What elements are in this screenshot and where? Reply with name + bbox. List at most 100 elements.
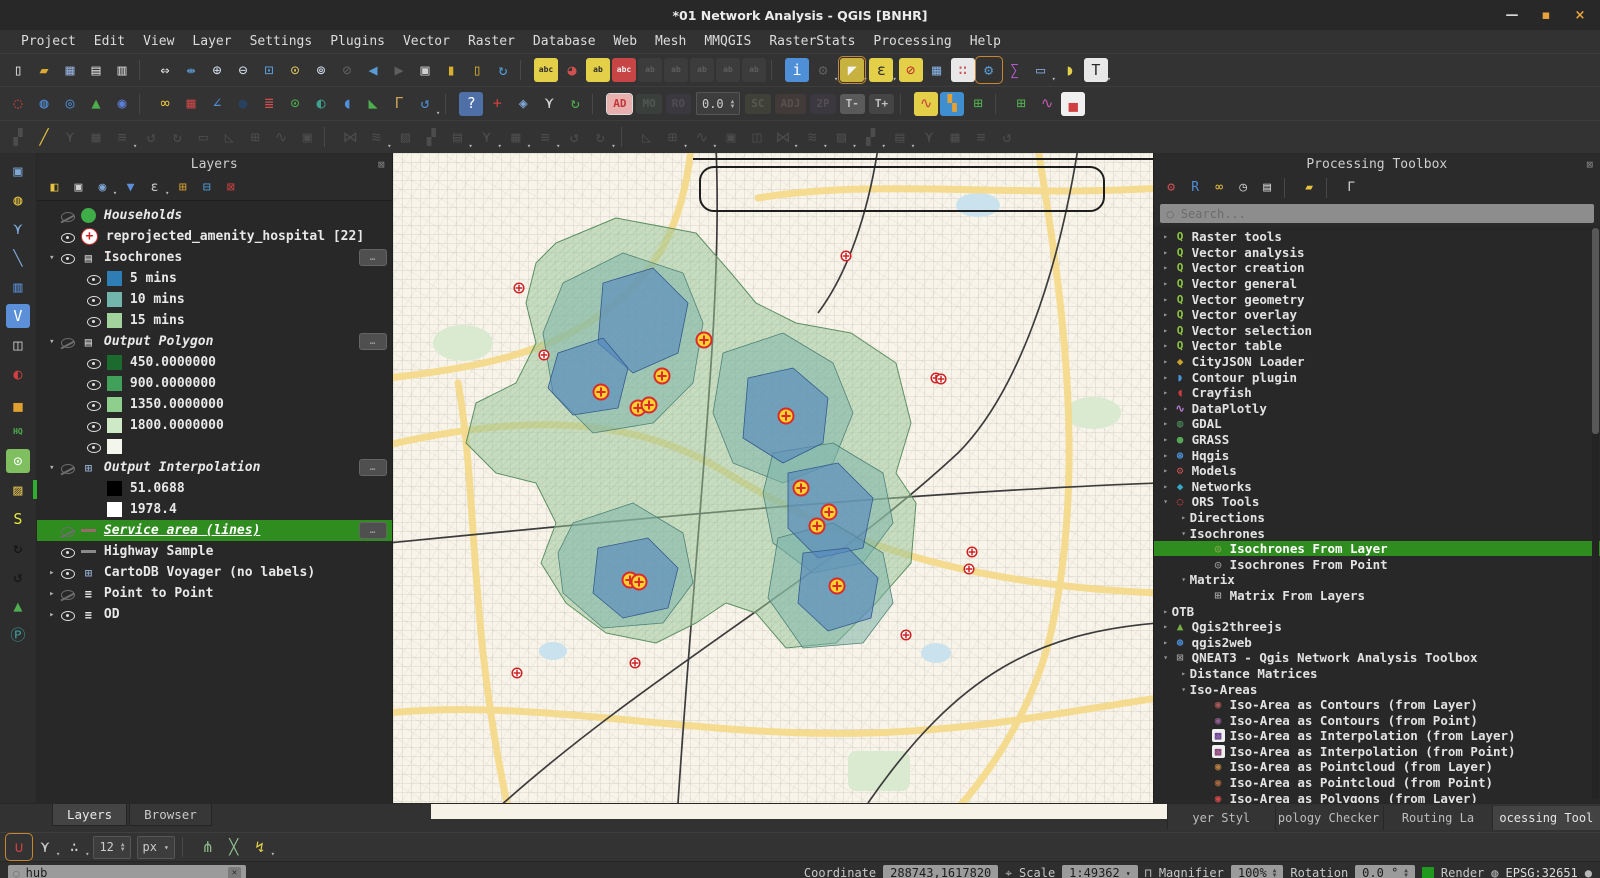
- lock-scale-icon[interactable]: ⊓: [1145, 866, 1152, 878]
- layer-row[interactable]: ▸≡Point to Point: [37, 583, 392, 604]
- coordinate-input[interactable]: 288743,1617820: [883, 865, 998, 878]
- tree-expander[interactable]: ▾: [1160, 497, 1172, 506]
- rotate-label-icon[interactable]: ab: [690, 58, 714, 82]
- expand-all-icon[interactable]: ⊞: [172, 177, 193, 198]
- processing-tree-item[interactable]: ▸▲Qgis2threejs: [1154, 619, 1600, 635]
- processing-tree-item[interactable]: ▸◗Contour plugin: [1154, 369, 1600, 385]
- tree-expander[interactable]: ▸: [1178, 513, 1190, 522]
- project-open-icon[interactable]: ▰: [32, 58, 56, 82]
- processing-tree-item[interactable]: ▸◍GDAL: [1154, 416, 1600, 432]
- zoom-to-selection-icon[interactable]: ⊙: [283, 58, 307, 82]
- layer-expander[interactable]: ▾: [45, 253, 59, 263]
- processing-tree-item[interactable]: ▸OTB: [1154, 603, 1600, 619]
- profile-tool-icon[interactable]: ◖: [335, 92, 359, 116]
- processing-tree-item[interactable]: ◎Isochrones From Point: [1154, 556, 1600, 572]
- hospital-marker[interactable]: [630, 658, 640, 668]
- add-rectangle-icon[interactable]: ▦: [504, 125, 528, 149]
- layer-visibility-eye-icon[interactable]: [59, 523, 77, 539]
- menu-vector[interactable]: Vector: [394, 34, 459, 49]
- processing-tree-item[interactable]: ▩Iso-Area as Interpolation (from Point): [1154, 744, 1600, 760]
- dsm-database-icon[interactable]: ◫: [6, 333, 30, 357]
- processing-tree-item[interactable]: ▸QVector creation: [1154, 260, 1600, 276]
- processing-tree-item[interactable]: ⊞Matrix From Layers: [1154, 588, 1600, 604]
- dsm-wms-icon[interactable]: ◍: [6, 188, 30, 212]
- menu-mesh[interactable]: Mesh: [646, 34, 695, 49]
- layer-visibility-eye-icon[interactable]: [59, 565, 77, 581]
- edit-in-place-icon[interactable]: ▰: [1299, 177, 1320, 198]
- cad-ro-icon[interactable]: RO: [666, 94, 691, 114]
- raster-histogram-icon[interactable]: ▄: [1061, 92, 1085, 116]
- processing-tree-item[interactable]: ▸◆CityJSON Loader: [1154, 354, 1600, 370]
- measure-line-icon[interactable]: ▭: [1029, 58, 1053, 82]
- magnifier-stepper[interactable]: 100%▲▼: [1231, 865, 1284, 878]
- tree-expander[interactable]: ▸: [1178, 669, 1190, 678]
- layer-visibility-eye-icon[interactable]: [85, 439, 103, 455]
- new-spatial-bookmark-icon[interactable]: ▮: [439, 58, 463, 82]
- add-regular-polygon-icon[interactable]: ≡: [533, 125, 557, 149]
- locator-search-input[interactable]: ○ hub ✕: [8, 865, 246, 878]
- cut-features-icon[interactable]: ▭: [191, 125, 215, 149]
- layer-row[interactable]: 900.0000000: [37, 373, 392, 394]
- globe-viewer-icon[interactable]: ●: [231, 92, 255, 116]
- maximize-button[interactable]: ▪: [1538, 8, 1554, 23]
- select-by-expression-icon[interactable]: ε: [869, 58, 893, 82]
- processing-tree-item[interactable]: ▸QVector analysis: [1154, 245, 1600, 261]
- amenity-hospital-marker[interactable]: [593, 385, 608, 400]
- amenity-hospital-marker[interactable]: [821, 505, 836, 520]
- layer-visibility-eye-icon[interactable]: [59, 460, 77, 476]
- add-part-icon[interactable]: ≋: [800, 125, 824, 149]
- processing-scrollbar[interactable]: [1592, 228, 1599, 799]
- layer-visibility-eye-icon[interactable]: [59, 544, 77, 560]
- snap-units[interactable]: px▾: [137, 836, 175, 859]
- run-feature-action-icon[interactable]: ⚙: [811, 58, 835, 82]
- cad-angle-spin[interactable]: 0.0▲▼: [696, 92, 740, 115]
- cad-adj-icon[interactable]: ADJ: [775, 94, 807, 114]
- crs-globe-icon[interactable]: ◍: [1491, 866, 1498, 878]
- close-button[interactable]: ×: [1572, 8, 1588, 23]
- layer-indicator-badge[interactable]: …: [359, 249, 387, 266]
- processing-tree-item[interactable]: ▸⚙Models: [1154, 463, 1600, 479]
- layer-visibility-eye-icon[interactable]: [59, 250, 77, 266]
- attribute-grid-icon[interactable]: ▦: [179, 92, 203, 116]
- zoom-next-icon[interactable]: ▶: [387, 58, 411, 82]
- tree-expander[interactable]: ▾: [1178, 575, 1190, 584]
- geocode-search-icon[interactable]: ⊙: [283, 92, 307, 116]
- gps-tools-icon[interactable]: ◈: [511, 92, 535, 116]
- processing-tree-item[interactable]: ▸●GRASS: [1154, 432, 1600, 448]
- dsm-add-layer-icon[interactable]: ▣: [6, 159, 30, 183]
- processing-tree-item[interactable]: ◉Iso-Area as Polygons (from Layer): [1154, 790, 1600, 803]
- tree-expander[interactable]: ▸: [1160, 232, 1172, 241]
- digitize-point-icon[interactable]: ▦: [84, 125, 108, 149]
- trim-extend-icon[interactable]: ≡: [969, 125, 993, 149]
- snap-mode-icon[interactable]: ⋎: [33, 835, 57, 859]
- cad-sc-icon[interactable]: SC: [745, 94, 770, 114]
- processing-tree-item[interactable]: ▸Directions: [1154, 510, 1600, 526]
- tree-expander[interactable]: ▸: [1160, 310, 1172, 319]
- merge-features-icon[interactable]: ⋎: [917, 125, 941, 149]
- processing-tree-item[interactable]: ▾Iso-Areas: [1154, 681, 1600, 697]
- tree-expander[interactable]: ▾: [1178, 685, 1190, 694]
- dock-tab-right[interactable]: yer Styl: [1167, 806, 1275, 830]
- add-ellipse-icon[interactable]: ⋎: [475, 125, 499, 149]
- pin-labels-icon[interactable]: ab: [586, 58, 610, 82]
- digitize-tools-icon[interactable]: ≡: [110, 125, 134, 149]
- add-wms-layer-icon[interactable]: ◍: [32, 92, 56, 116]
- tree-expander[interactable]: ▸: [1160, 482, 1172, 491]
- cad-ad-icon[interactable]: AD: [607, 94, 632, 114]
- layer-visibility-eye-icon[interactable]: [85, 292, 103, 308]
- add-ring-icon[interactable]: ⋈: [771, 125, 795, 149]
- python-scripts-icon[interactable]: ∞: [1209, 177, 1230, 198]
- dock-tab-layers[interactable]: Layers: [52, 804, 127, 826]
- manage-map-themes-icon[interactable]: ◉: [92, 177, 113, 198]
- layer-row[interactable]: +reprojected_amenity_hospital [22]: [37, 226, 392, 247]
- table-manager-icon[interactable]: ⊞: [966, 92, 990, 116]
- layer-row[interactable]: 5 mins: [37, 268, 392, 289]
- processing-tree-item[interactable]: ◎Isochrones From Layer: [1154, 541, 1600, 557]
- processing-tree-item[interactable]: ◉Iso-Area as Contours (from Point): [1154, 712, 1600, 728]
- undo-history-icon[interactable]: ↺: [413, 92, 437, 116]
- road-graph-icon[interactable]: ∿: [914, 92, 938, 116]
- pan-to-selection-icon[interactable]: ⇹: [179, 58, 203, 82]
- processing-tree-item[interactable]: ▾Isochrones: [1154, 525, 1600, 541]
- layer-row[interactable]: 10 mins: [37, 289, 392, 310]
- attribute-table-icon[interactable]: ▦: [925, 58, 949, 82]
